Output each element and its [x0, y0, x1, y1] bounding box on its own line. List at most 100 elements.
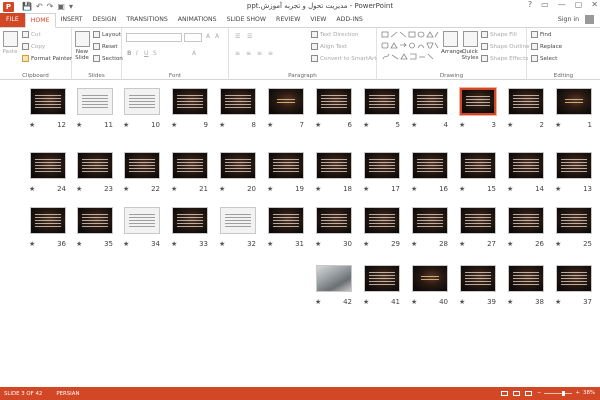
tab-animations[interactable]: ANIMATIONS	[173, 13, 222, 27]
slide-thumbnail[interactable]	[508, 265, 544, 292]
transition-star-icon[interactable]: ★	[267, 121, 273, 129]
zoom-slider-knob[interactable]	[562, 390, 566, 396]
transition-star-icon[interactable]: ★	[315, 298, 321, 306]
slide-thumbnail[interactable]	[77, 152, 113, 179]
transition-star-icon[interactable]: ★	[363, 121, 369, 129]
slide-thumbnail[interactable]	[316, 152, 352, 179]
transition-star-icon[interactable]: ★	[411, 298, 417, 306]
transition-star-icon[interactable]: ★	[29, 121, 35, 129]
redo-icon[interactable]: ↷	[47, 2, 54, 11]
slide-thumbnail[interactable]	[316, 88, 352, 115]
bullets-icon[interactable]: ☰	[235, 33, 240, 40]
slide-thumbnail[interactable]	[460, 152, 496, 179]
slide-thumbnail[interactable]	[220, 88, 256, 115]
zoom-slider[interactable]	[544, 390, 573, 396]
shape-fill-button[interactable]: Shape Fill	[481, 31, 517, 38]
transition-star-icon[interactable]: ★	[555, 121, 561, 129]
zoom-out-icon[interactable]: −	[537, 390, 542, 396]
text-direction-button[interactable]: Text Direction	[311, 31, 358, 38]
save-icon[interactable]: 💾	[22, 2, 32, 11]
layout-button[interactable]: Layout	[93, 31, 121, 38]
slide-thumbnail[interactable]	[412, 207, 448, 234]
transition-star-icon[interactable]: ★	[76, 185, 82, 193]
italic-icon[interactable]: I	[136, 50, 138, 57]
customize-qat-icon[interactable]: ▾	[69, 2, 73, 11]
slide-thumbnail[interactable]	[412, 265, 448, 292]
slide-thumbnail[interactable]	[412, 152, 448, 179]
reset-button[interactable]: Reset	[93, 43, 118, 50]
tab-view[interactable]: VIEW	[305, 13, 331, 27]
slide-thumbnail[interactable]	[556, 265, 592, 292]
transition-star-icon[interactable]: ★	[363, 240, 369, 248]
numbering-icon[interactable]: ☰	[247, 33, 252, 40]
transition-star-icon[interactable]: ★	[507, 185, 513, 193]
transition-star-icon[interactable]: ★	[219, 240, 225, 248]
slide-thumbnail[interactable]	[172, 207, 208, 234]
transition-star-icon[interactable]: ★	[123, 121, 129, 129]
slide-thumbnail[interactable]	[460, 207, 496, 234]
slide-thumbnail[interactable]	[268, 88, 304, 115]
slide-thumbnail[interactable]	[77, 207, 113, 234]
slide-thumbnail[interactable]	[364, 265, 400, 292]
slide-thumbnail[interactable]	[30, 88, 66, 115]
slide-thumbnail[interactable]	[124, 88, 160, 115]
slide-thumbnail[interactable]	[556, 152, 592, 179]
transition-star-icon[interactable]: ★	[171, 121, 177, 129]
transition-star-icon[interactable]: ★	[315, 185, 321, 193]
align-left-icon[interactable]: ≡	[235, 50, 240, 57]
shape-outline-button[interactable]: Shape Outline	[481, 43, 530, 50]
slide-thumbnail[interactable]	[77, 88, 113, 115]
grow-font-icon[interactable]: A	[206, 33, 210, 40]
quick-styles-button[interactable]: Quick Styles	[461, 31, 479, 61]
slide-thumbnail[interactable]	[124, 152, 160, 179]
tab-review[interactable]: REVIEW	[271, 13, 305, 27]
reading-view-icon[interactable]	[524, 390, 532, 396]
slide-thumbnail[interactable]	[412, 88, 448, 115]
font-size-combo[interactable]	[184, 33, 202, 42]
transition-star-icon[interactable]: ★	[411, 185, 417, 193]
slide-thumbnail[interactable]	[172, 152, 208, 179]
convert-smartart-button[interactable]: Convert to SmartArt	[311, 55, 377, 62]
transition-star-icon[interactable]: ★	[171, 185, 177, 193]
transition-star-icon[interactable]: ★	[219, 121, 225, 129]
transition-star-icon[interactable]: ★	[76, 121, 82, 129]
tab-transitions[interactable]: TRANSITIONS	[121, 13, 172, 27]
transition-star-icon[interactable]: ★	[315, 240, 321, 248]
slide-thumbnail[interactable]	[508, 207, 544, 234]
slide-thumbnail[interactable]	[508, 152, 544, 179]
transition-star-icon[interactable]: ★	[507, 240, 513, 248]
slide-thumbnail[interactable]	[268, 152, 304, 179]
align-center-icon[interactable]: ≡	[246, 50, 251, 57]
transition-star-icon[interactable]: ★	[363, 185, 369, 193]
font-color-icon[interactable]: A	[192, 50, 196, 57]
transition-star-icon[interactable]: ★	[555, 240, 561, 248]
copy-button[interactable]: Copy	[22, 43, 45, 50]
slide-sorter[interactable]: ★ 12 ★ 11 ★ 10 ★ 9 ★ 8 ★ 7 ★ 6 ★ 5 ★ 4 ★ 3 ★ 2 ★ 1 ★ 24 ★ 23 ★ 22 ★ 21 ★…	[0, 80, 600, 387]
justify-icon[interactable]: ≡	[268, 50, 273, 57]
find-button[interactable]: Find	[531, 31, 551, 38]
tab-slide-show[interactable]: SLIDE SHOW	[222, 13, 271, 27]
avatar[interactable]	[585, 15, 594, 24]
sign-in-link[interactable]: Sign in	[558, 13, 585, 27]
transition-star-icon[interactable]: ★	[411, 121, 417, 129]
transition-star-icon[interactable]: ★	[315, 121, 321, 129]
select-button[interactable]: Select	[531, 55, 557, 62]
bold-icon[interactable]: B	[127, 50, 132, 57]
help-icon[interactable]: ?	[528, 0, 532, 9]
transition-star-icon[interactable]: ★	[29, 240, 35, 248]
new-slide-button[interactable]: New Slide	[73, 31, 91, 61]
slide-thumbnail[interactable]	[508, 88, 544, 115]
align-text-button[interactable]: Align Text	[311, 43, 347, 50]
transition-star-icon[interactable]: ★	[123, 185, 129, 193]
font-name-combo[interactable]	[126, 33, 182, 42]
language-indicator[interactable]: PERSIAN	[56, 391, 79, 397]
transition-star-icon[interactable]: ★	[507, 298, 513, 306]
arrange-button[interactable]: Arrange	[441, 31, 463, 55]
transition-star-icon[interactable]: ★	[411, 240, 417, 248]
transition-star-icon[interactable]: ★	[459, 298, 465, 306]
transition-star-icon[interactable]: ★	[267, 185, 273, 193]
transition-star-icon[interactable]: ★	[459, 240, 465, 248]
transition-star-icon[interactable]: ★	[459, 121, 465, 129]
slide-thumbnail[interactable]	[172, 88, 208, 115]
slide-thumbnail[interactable]	[364, 88, 400, 115]
